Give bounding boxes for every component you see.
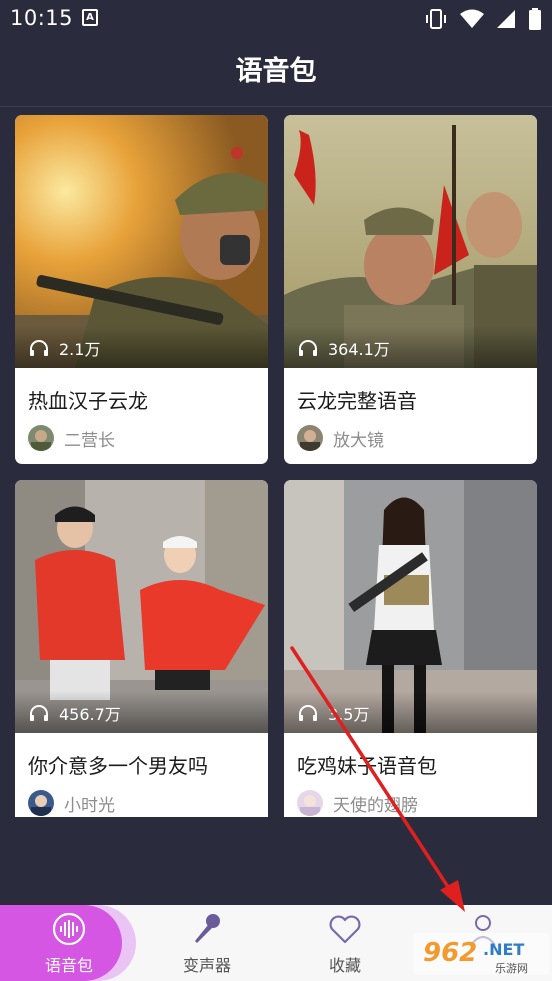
watermark-main: 962 [423,938,477,968]
page-title: 语音包 [235,56,317,87]
card-cover-image: 2.1万 [15,115,268,368]
play-count-value: 2.1万 [59,340,101,359]
wifi-icon [460,9,484,28]
headphone-icon [299,705,317,721]
microphone-icon [195,914,220,943]
headphone-icon [30,340,48,356]
avatar [297,790,323,816]
card-title: 热血汉子云龙 [28,389,148,413]
watermark-suffix: .NET [483,940,524,959]
voice-pack-card[interactable]: 364.1万 云龙完整语音 放大镜 [284,115,537,464]
heart-icon [329,915,361,944]
voice-pack-card[interactable]: 3.5万 吃鸡妹子语音包 天使的翅膀 [284,480,537,817]
play-count: 2.1万 [29,336,100,360]
play-count-value: 3.5万 [328,705,370,724]
status-bar: 10:15 A [0,0,552,38]
notification-icon: A [82,9,98,26]
tab-label: 变声器 [182,956,231,975]
card-title: 你介意多一个男友吗 [28,754,208,778]
card-author: 天使的翅膀 [297,790,418,816]
status-icons [424,8,542,30]
voice-pack-card[interactable]: 2.1万 热血汉子云龙 二营长 [15,115,268,464]
headphone-icon [299,340,317,356]
headphone-icon [30,705,48,721]
signal-icon [497,10,515,28]
card-author: 放大镜 [297,425,384,451]
watermark-sub: 乐游网 [495,962,528,975]
avatar [28,790,54,816]
voice-wave-icon [52,912,86,946]
author-name: 天使的翅膀 [333,795,418,816]
card-title: 云龙完整语音 [297,389,417,413]
card-title: 吃鸡妹子语音包 [297,754,437,778]
voice-pack-card[interactable]: 456.7万 你介意多一个男友吗 小时光 [15,480,268,817]
tab-voice-pack[interactable]: 语音包 [14,905,124,981]
tab-favorites[interactable]: 收藏 [290,905,400,981]
play-count-value: 456.7万 [59,705,121,724]
play-count-value: 364.1万 [328,340,390,359]
card-author: 小时光 [28,790,115,816]
battery-icon [529,8,541,30]
play-count: 3.5万 [298,701,369,725]
avatar [28,425,54,451]
play-count: 456.7万 [29,701,121,725]
card-author: 二营长 [28,425,115,451]
tab-label: 收藏 [328,956,361,975]
author-name: 小时光 [64,795,115,816]
play-count: 364.1万 [298,336,390,360]
status-time: 10:15 [10,6,74,30]
card-cover-image: 3.5万 [284,480,537,733]
author-name: 放大镜 [333,430,384,451]
header-divider [0,106,552,107]
avatar [297,425,323,451]
card-cover-image: 456.7万 [15,480,268,733]
author-name: 二营长 [64,430,115,451]
watermark-logo: 962 .NET 乐游网 [413,925,549,975]
card-cover-image: 364.1万 [284,115,537,368]
vibrate-icon [426,9,446,29]
tab-voice-changer[interactable]: 变声器 [152,905,262,981]
tab-label: 语音包 [44,956,93,975]
